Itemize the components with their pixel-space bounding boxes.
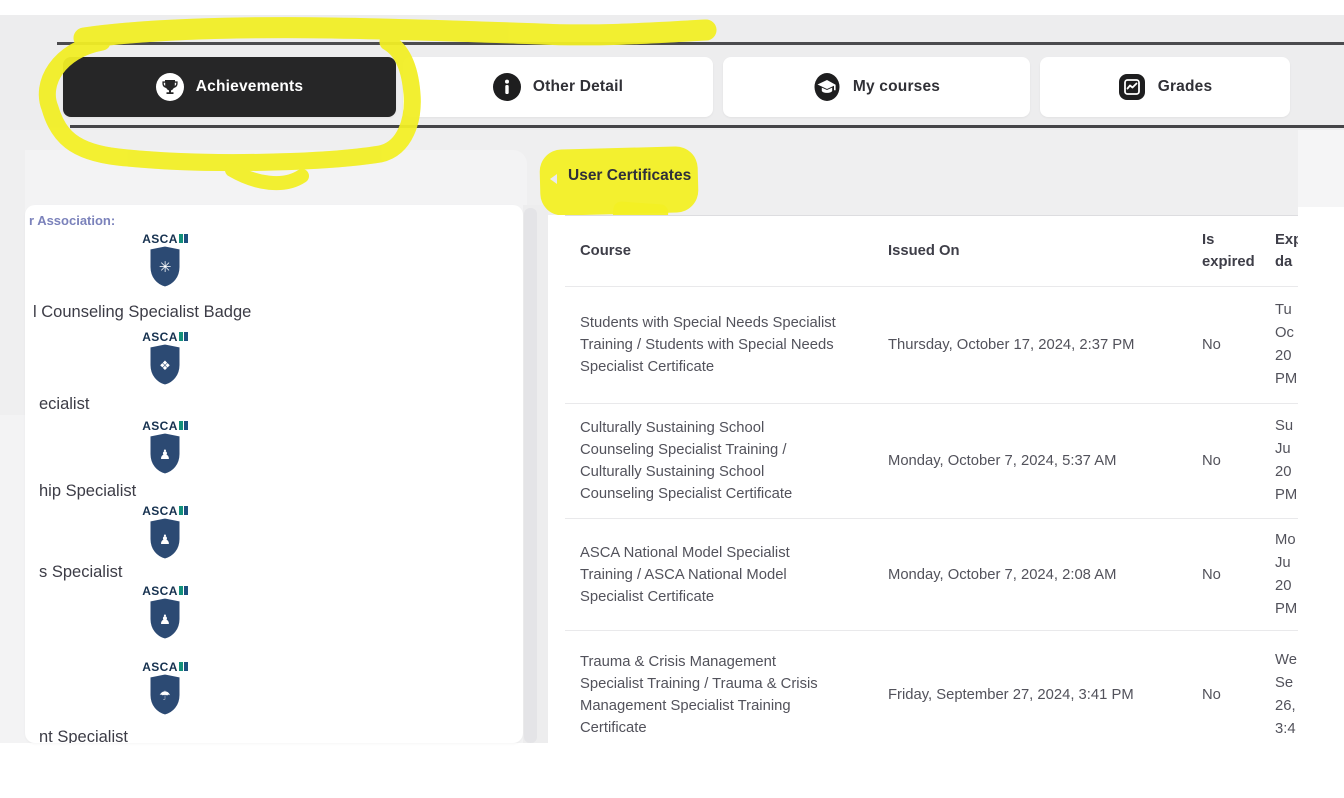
cell-is-expired: No [1202,334,1275,356]
asca-logo: ASCA [115,505,215,517]
cell-issued-on: Monday, October 7, 2024, 2:08 AM [888,564,1202,586]
cell-course: Culturally Sustaining School Counseling … [565,417,888,505]
divider-line-bottom [70,125,1344,128]
asca-logo: ASCA [115,331,215,343]
tab-other-detail[interactable]: Other Detail [403,57,713,117]
right-margin-panel [1298,207,1344,798]
badge-shield-icon: ♟ [148,597,182,641]
cell-expiry-date: Su Ju 20 PM [1275,415,1298,507]
svg-text:☂: ☂ [159,688,171,703]
badge-shield-icon: ☂ [148,673,182,717]
cell-issued-on: Monday, October 7, 2024, 5:37 AM [888,450,1202,472]
cell-is-expired: No [1202,450,1275,472]
asca-logo: ASCA [115,661,215,673]
cell-course: Trauma & Crisis Management Specialist Tr… [565,651,888,739]
right-margin-tint [1298,130,1344,207]
badge-specialist-2[interactable]: ASCA ❖ [115,331,215,392]
tab-label: My courses [853,78,940,96]
badge-label: hip Specialist [39,482,136,501]
badge-shield-icon: ❖ [148,343,182,387]
table-row: Culturally Sustaining School Counseling … [565,404,1298,519]
cell-is-expired: No [1202,564,1275,586]
badge-school-counseling[interactable]: ASCA ✳ [115,233,215,294]
svg-text:♟: ♟ [159,612,171,627]
column-header-course: Course [565,240,888,262]
tab-label: Grades [1158,78,1213,96]
table-row: Students with Special Needs Specialist T… [565,287,1298,404]
certificates-panel: Course Issued On Is expired Exp da Stude… [548,215,1298,798]
badge-label: ecialist [39,395,89,414]
badge-specialist-6[interactable]: ASCA ☂ [115,661,215,722]
vertical-scrollbar[interactable] [524,208,537,743]
collapse-arrow-icon[interactable] [550,174,557,184]
asca-logo: ASCA [115,420,215,432]
tab-grades[interactable]: Grades [1040,57,1290,117]
table-row: Trauma & Crisis Management Specialist Tr… [565,631,1298,758]
trophy-icon [156,73,184,101]
cell-expiry-date: Tu Oc 20 PM [1275,299,1298,391]
divider-line-top [57,42,1344,45]
cell-course: ASCA National Model Specialist Training … [565,542,888,608]
badge-label: nt Specialist [39,728,128,743]
column-header-issued-on: Issued On [888,240,1202,262]
svg-text:♟: ♟ [159,532,171,547]
asca-logo: ASCA [115,233,215,245]
association-caption: r Association: [29,213,115,228]
cell-expiry-date: Mo Ju 20 PM [1275,529,1298,621]
cell-course: Students with Special Needs Specialist T… [565,312,888,378]
badge-specialist-4[interactable]: ASCA ♟ [115,505,215,566]
tab-my-courses[interactable]: My courses [723,57,1030,117]
user-certificates-heading: User Certificates [568,167,691,185]
column-header-is-expired: Is expired [1202,229,1275,273]
badge-shield-icon: ♟ [148,432,182,476]
cell-issued-on: Thursday, October 17, 2024, 2:37 PM [888,334,1202,356]
svg-text:✳: ✳ [159,259,172,276]
badge-shield-icon: ♟ [148,517,182,561]
cell-issued-on: Friday, September 27, 2024, 3:41 PM [888,684,1202,706]
tab-label: Achievements [196,78,304,96]
badges-panel: r Association: ASCA ✳ l Counseling Speci… [25,205,523,743]
tab-label: Other Detail [533,78,623,96]
left-margin-strip [0,130,25,415]
column-header-expiry-date: Exp da [1275,229,1298,273]
certificates-table: Course Issued On Is expired Exp da Stude… [565,215,1298,758]
chart-icon [1118,73,1146,101]
asca-logo: ASCA [115,585,215,597]
badge-leadership[interactable]: ASCA ♟ [115,420,215,481]
cell-is-expired: No [1202,684,1275,706]
svg-text:♟: ♟ [159,447,171,462]
info-icon [493,73,521,101]
table-header-row: Course Issued On Is expired Exp da [565,215,1298,287]
tab-achievements[interactable]: Achievements [63,57,396,117]
badge-label: l Counseling Specialist Badge [33,303,251,322]
svg-text:❖: ❖ [159,358,171,373]
cell-expiry-date: We Se 26, 3:4 [1275,649,1298,741]
badge-label: s Specialist [39,563,122,582]
badge-shield-icon: ✳ [148,245,182,289]
table-row: ASCA National Model Specialist Training … [565,519,1298,631]
badge-specialist-5[interactable]: ASCA ♟ [115,585,215,646]
graduation-cap-icon [813,73,841,101]
